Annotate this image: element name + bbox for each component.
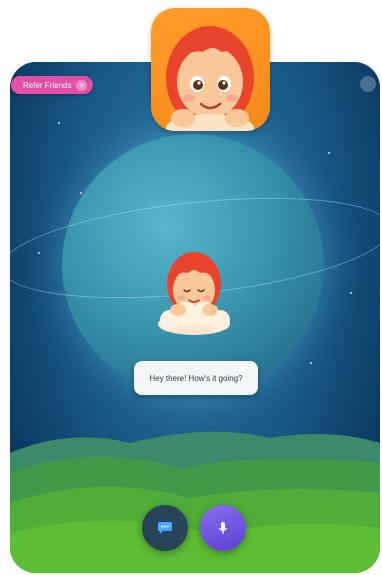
green-hills bbox=[10, 431, 380, 573]
close-icon[interactable]: × bbox=[76, 79, 88, 91]
microphone-button[interactable] bbox=[200, 505, 246, 551]
star bbox=[350, 292, 352, 294]
chat-button[interactable] bbox=[142, 505, 188, 551]
app-icon bbox=[151, 8, 270, 131]
speech-bubble: Hey there! How's it going? bbox=[134, 361, 258, 395]
refer-friends-button[interactable]: Refer Friends × bbox=[11, 76, 94, 94]
more-icon[interactable] bbox=[360, 76, 376, 92]
star bbox=[58, 122, 60, 124]
girl-on-cloud-avatar bbox=[158, 252, 230, 335]
star bbox=[328, 152, 330, 154]
girl-avatar-icon bbox=[166, 26, 254, 131]
speech-bubble-text: Hey there! How's it going? bbox=[149, 373, 243, 383]
refer-friends-label: Refer Friends bbox=[23, 80, 72, 90]
microphone-icon bbox=[218, 522, 228, 534]
chat-bubble-icon bbox=[158, 522, 172, 534]
star bbox=[310, 362, 312, 364]
